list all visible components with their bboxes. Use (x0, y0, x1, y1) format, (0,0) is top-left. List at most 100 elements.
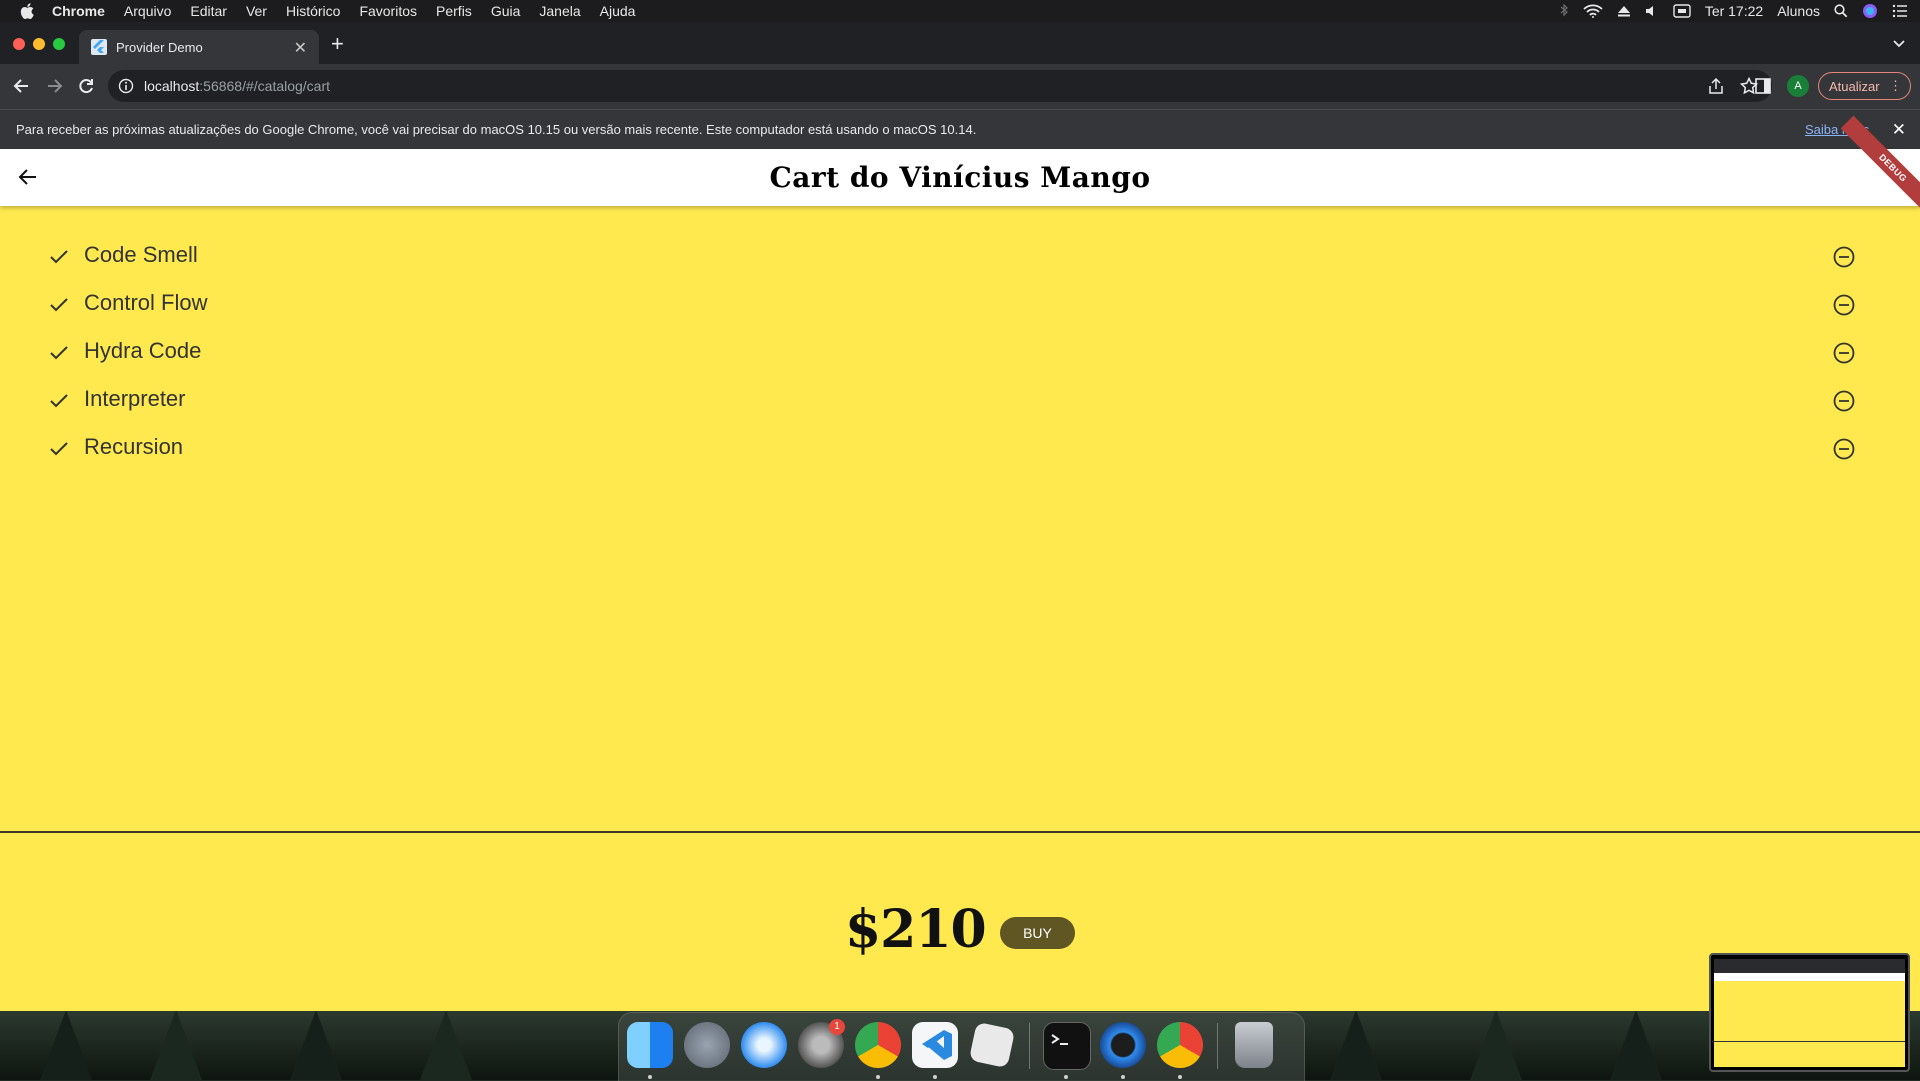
cart-item-row: Interpreter (0, 377, 1920, 425)
menu-item-ver[interactable]: Ver (246, 0, 267, 22)
page-title: Cart do Vinícius Mango (769, 161, 1151, 194)
site-info-icon[interactable] (118, 78, 134, 94)
browser-toolbar: localhost:56868/#/catalog/cart A Atualiz… (0, 64, 1920, 109)
vscode-icon[interactable] (912, 1022, 958, 1068)
finder-icon[interactable] (627, 1022, 673, 1068)
cart-item-label: Recursion (84, 434, 184, 459)
remove-circle-icon[interactable] (1833, 438, 1855, 460)
share-icon[interactable] (1708, 77, 1724, 95)
bluetooth-icon[interactable] (1559, 4, 1569, 18)
address-bar[interactable]: localhost:56868/#/catalog/cart (108, 70, 1772, 102)
menubar-clock[interactable]: Ter 17:22 (1705, 3, 1763, 19)
check-icon (50, 346, 68, 360)
cart-item-label: Interpreter (84, 386, 186, 411)
cart-item-row: Recursion (0, 425, 1920, 473)
menu-item-janela[interactable]: Janela (539, 0, 580, 22)
safari-icon[interactable] (741, 1022, 787, 1068)
cart-item-row: Code Smell (0, 233, 1920, 281)
menu-item-ajuda[interactable]: Ajuda (600, 0, 636, 22)
running-indicator (876, 1075, 880, 1079)
display-icon[interactable] (1673, 4, 1691, 18)
url-host: localhost (144, 78, 200, 94)
spotlight-search-icon[interactable] (1834, 4, 1848, 18)
control-center-icon[interactable] (1892, 4, 1908, 18)
tab-provider-demo[interactable]: Provider Demo ✕ (79, 30, 319, 64)
menu-item-perfis[interactable]: Perfis (436, 0, 472, 22)
app-bar: Cart do Vinícius Mango DEBUG (0, 115, 1920, 221)
dock-separator (1029, 1023, 1030, 1069)
update-chrome-button[interactable]: Atualizar ⋮ (1818, 72, 1911, 100)
eject-icon[interactable] (1617, 4, 1631, 18)
notification-badge: 1 (829, 1019, 845, 1035)
running-indicator (1064, 1075, 1068, 1079)
update-label: Atualizar (1829, 78, 1880, 94)
chrome-icon[interactable] (1157, 1022, 1203, 1068)
new-tab-button[interactable]: + (331, 33, 344, 55)
apple-logo-icon[interactable] (18, 1, 38, 21)
menu-item-historico[interactable]: Histórico (286, 0, 340, 22)
tab-strip: Provider Demo ✕ + (0, 22, 1920, 64)
remove-circle-icon[interactable] (1833, 342, 1855, 364)
cart-item-row: Hydra Code (0, 329, 1920, 377)
infobar-message: Para receber as próximas atualizações do… (16, 122, 977, 137)
infobar-close-icon[interactable]: ✕ (1892, 120, 1906, 140)
remove-circle-icon[interactable] (1833, 294, 1855, 316)
quicktime-icon[interactable] (1100, 1022, 1146, 1068)
macos-dock: 1 (618, 1012, 1305, 1081)
menu-item-guia[interactable]: Guia (491, 0, 521, 22)
remove-circle-icon[interactable] (1833, 246, 1855, 268)
side-panel-icon[interactable] (1755, 78, 1771, 94)
siri-icon[interactable] (1862, 3, 1878, 19)
url-text[interactable]: localhost:56868/#/catalog/cart (144, 78, 330, 94)
window-zoom-button[interactable] (53, 38, 65, 50)
running-indicator (1178, 1075, 1182, 1079)
roblox-icon[interactable] (968, 1021, 1016, 1069)
menu-item-arquivo[interactable]: Arquivo (124, 0, 171, 22)
thumbnail-toolbar (1714, 959, 1905, 973)
menu-item-favoritos[interactable]: Favoritos (359, 0, 417, 22)
cart-item-label: Control Flow (84, 290, 208, 315)
cart-item-list: Code Smell Control Flow Hydra Code Inter… (0, 233, 1920, 473)
remove-circle-icon[interactable] (1833, 390, 1855, 412)
volume-icon[interactable] (1645, 4, 1659, 18)
running-indicator (1121, 1075, 1125, 1079)
check-icon (50, 442, 68, 456)
running-indicator (933, 1075, 937, 1079)
menu-app-name[interactable]: Chrome (52, 0, 105, 22)
chrome-menu-icon[interactable]: ⋮ (1889, 79, 1902, 93)
url-path: :56868/#/catalog/cart (199, 78, 331, 94)
chrome-icon[interactable] (855, 1022, 901, 1068)
tab-close-icon[interactable]: ✕ (294, 38, 307, 58)
reload-icon[interactable] (76, 76, 96, 96)
tab-search-chevron-icon[interactable] (1892, 36, 1906, 50)
menubar-user[interactable]: Alunos (1777, 3, 1820, 19)
menu-item-editar[interactable]: Editar (190, 0, 227, 22)
window-close-button[interactable] (13, 38, 25, 50)
dock-separator (1217, 1023, 1218, 1069)
chrome-window: Provider Demo ✕ + localhost:56868/#/cata… (0, 22, 1920, 1011)
trash-icon[interactable] (1235, 1022, 1273, 1068)
check-icon (50, 394, 68, 408)
thumbnail-appbar (1714, 973, 1905, 981)
terminal-icon[interactable] (1043, 1022, 1091, 1070)
cart-total: $210 (845, 899, 987, 960)
cart-page: Cart do Vinícius Mango DEBUG Code Smell … (0, 115, 1920, 1011)
window-preview-thumbnail[interactable] (1709, 953, 1910, 1072)
thumbnail-content (1714, 959, 1905, 1067)
window-minimize-button[interactable] (33, 38, 45, 50)
thumbnail-divider (1714, 1041, 1905, 1042)
check-icon (50, 298, 68, 312)
forward-arrow-icon[interactable] (44, 76, 64, 96)
cart-item-label: Code Smell (84, 242, 198, 267)
tab-title: Provider Demo (116, 39, 203, 55)
buy-button[interactable]: BUY (1000, 917, 1075, 949)
launchpad-icon[interactable] (684, 1022, 730, 1068)
back-arrow-icon[interactable] (12, 76, 32, 96)
update-infobar: Para receber as próximas atualizações do… (0, 109, 1920, 149)
flutter-favicon-icon (91, 39, 107, 55)
cart-item-row: Control Flow (0, 281, 1920, 329)
profile-avatar[interactable]: A (1787, 75, 1809, 97)
check-icon (50, 250, 68, 264)
running-indicator (648, 1075, 652, 1079)
wifi-icon[interactable] (1583, 4, 1603, 18)
